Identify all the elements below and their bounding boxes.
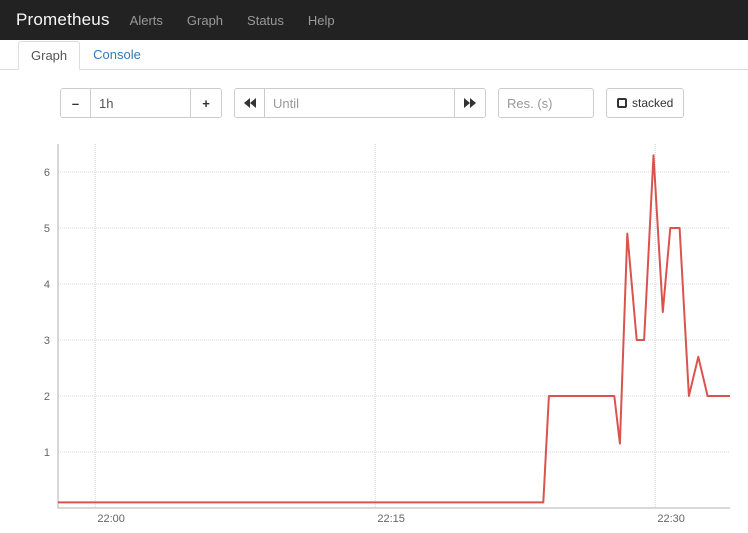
stacked-toggle-button[interactable]: stacked <box>606 88 684 118</box>
nav-alerts[interactable]: Alerts <box>130 13 163 28</box>
svg-text:1: 1 <box>44 447 50 459</box>
nav-help[interactable]: Help <box>308 13 335 28</box>
tab-graph[interactable]: Graph <box>18 41 80 70</box>
svg-text:5: 5 <box>44 223 50 235</box>
nav-status[interactable]: Status <box>247 13 284 28</box>
svg-text:6: 6 <box>44 167 50 179</box>
stacked-label: stacked <box>632 96 673 110</box>
tab-console[interactable]: Console <box>80 40 154 69</box>
svg-text:22:15: 22:15 <box>377 513 405 525</box>
svg-text:22:00: 22:00 <box>97 513 125 525</box>
svg-text:22:30: 22:30 <box>657 513 685 525</box>
range-group: – + <box>60 88 222 118</box>
brand-title: Prometheus <box>16 10 110 30</box>
square-icon <box>617 98 627 108</box>
rewind-icon <box>244 98 256 108</box>
range-increase-button[interactable]: + <box>191 89 221 117</box>
range-input[interactable] <box>91 89 191 117</box>
until-input[interactable] <box>265 89 455 117</box>
navbar: Prometheus Alerts Graph Status Help <box>0 0 748 40</box>
svg-text:4: 4 <box>44 279 50 291</box>
svg-text:2: 2 <box>44 391 50 403</box>
time-forward-button[interactable] <box>455 89 485 117</box>
range-decrease-button[interactable]: – <box>61 89 91 117</box>
resolution-input[interactable] <box>498 88 594 118</box>
time-back-button[interactable] <box>235 89 265 117</box>
svg-text:3: 3 <box>44 335 50 347</box>
nav-graph[interactable]: Graph <box>187 13 223 28</box>
chart: 1 2 3 4 5 6 22:00 22:15 22:30 <box>18 138 730 530</box>
tabs: Graph Console <box>0 40 748 70</box>
time-group <box>234 88 486 118</box>
controls-row: – + stacked <box>0 70 748 130</box>
fastforward-icon <box>464 98 476 108</box>
